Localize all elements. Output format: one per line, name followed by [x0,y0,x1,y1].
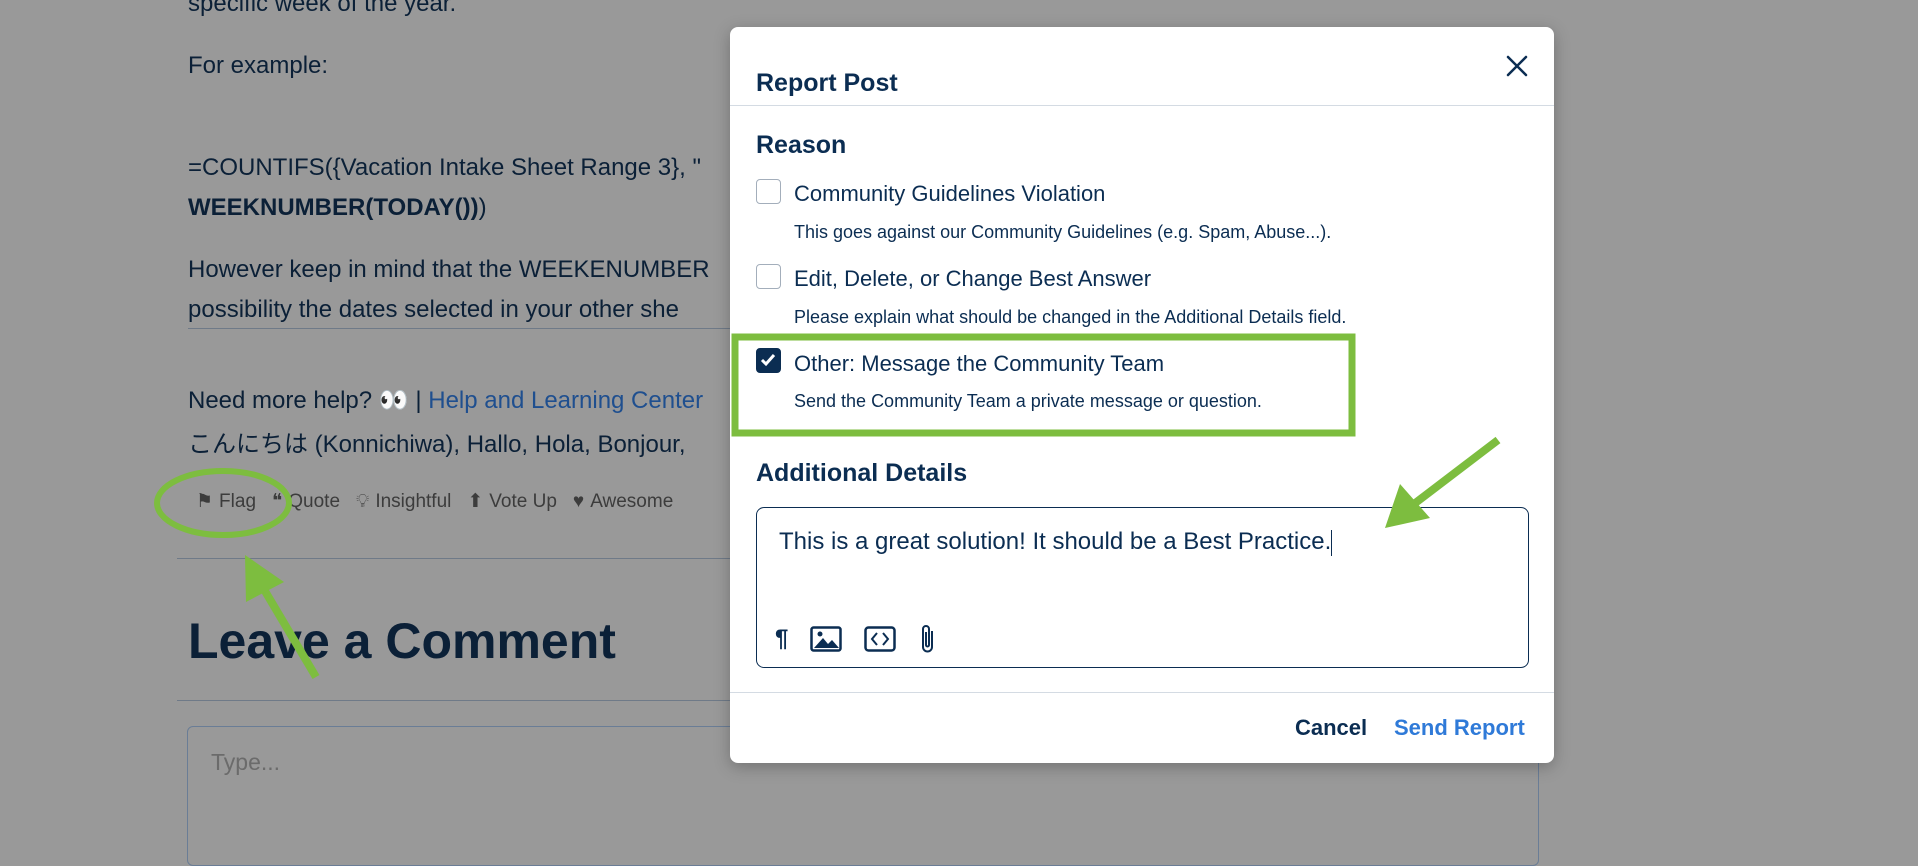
footer-divider [730,692,1554,693]
reason-label: Edit, Delete, or Change Best Answer [794,266,1152,291]
text-caret [1331,529,1333,556]
send-report-button[interactable]: Send Report [1394,715,1525,741]
insightful-button[interactable]: 💡︎ Insightful [356,490,451,513]
reason-heading: Reason [756,131,847,159]
help-line: Need more help? 👀 | Help and Learning Ce… [188,386,703,415]
divider [177,700,737,701]
close-icon[interactable] [1502,51,1532,81]
details-value: This is a great solution! It should be a… [779,528,1332,555]
reason-description: Send the Community Team a private messag… [794,391,1262,411]
cancel-button[interactable]: Cancel [1295,715,1367,741]
flag-button[interactable]: ⚑ Flag [196,490,256,513]
comment-heading: Leave a Comment [188,613,616,669]
flag-icon: ⚑ [196,491,214,512]
post-text: possibility the dates selected in your o… [188,296,679,323]
divider [188,328,748,329]
image-icon[interactable] [810,626,843,652]
reason-description: Please explain what should be changed in… [794,307,1347,327]
heart-icon: ♥ [572,490,585,512]
post-actions: ⚑ Flag ❝ Quote 💡︎ Insightful ⬆ Vote Up ♥ Awes… [196,490,673,513]
awesome-label: Awesome [590,490,674,512]
post-formula: =COUNTIFS({Vacation Intake Sheet Range 3… [188,154,702,181]
vote-up-button[interactable]: ⬆ Vote Up [467,490,557,513]
reason-label: Other: Message the Community Team [794,351,1165,376]
awesome-button[interactable]: ♥ Awesome [573,490,673,513]
reason-checkbox-best-answer[interactable] [756,264,781,289]
checkmark-icon [760,354,776,367]
arrow-up-icon: ⬆ [467,491,484,512]
details-heading: Additional Details [756,459,968,487]
paperclip-icon[interactable] [918,623,938,655]
help-prefix: Need more help? 👀 | [188,387,429,414]
divider [177,558,737,559]
quote-label: Quote [288,490,341,512]
post-text: specific week of the year. [188,0,457,17]
insightful-label: Insightful [375,490,452,512]
greeting: こんにちは (Konnichiwa), Hallo, Hola, Bonjour… [188,431,686,458]
details-text: This is a great solution! It should be a… [779,528,1333,556]
formula-end: ) [478,194,487,221]
post-text: However keep in mind that the WEEKENUMBE… [188,256,710,283]
reason-checkbox-guidelines[interactable] [756,179,781,204]
dialog-title: Report Post [756,69,898,97]
report-post-dialog: Report Post Reason Community Guidelines … [730,27,1554,763]
post-text: For example: [188,52,329,79]
quote-button[interactable]: ❝ Quote [272,490,340,513]
details-textarea[interactable]: This is a great solution! It should be a… [756,507,1529,668]
paragraph-icon[interactable]: ¶ [775,625,788,653]
lightbulb-icon: 💡︎ [356,490,370,512]
comment-placeholder: Type... [211,749,281,775]
vote-up-label: Vote Up [489,490,557,512]
header-divider [730,105,1554,106]
reason-checkbox-other[interactable] [756,348,781,373]
editor-toolbar: ¶ [775,623,938,655]
reason-description: This goes against our Community Guidelin… [794,222,1332,242]
reason-label: Community Guidelines Violation [794,181,1106,206]
flag-label: Flag [219,490,257,512]
post-formula-2: WEEKNUMBER(TODAY())) [188,194,487,222]
formula-bold: WEEKNUMBER(TODAY()) [188,194,479,221]
help-link[interactable]: Help and Learning Center [428,387,703,414]
quote-icon: ❝ [272,491,283,512]
code-icon[interactable] [864,626,897,652]
